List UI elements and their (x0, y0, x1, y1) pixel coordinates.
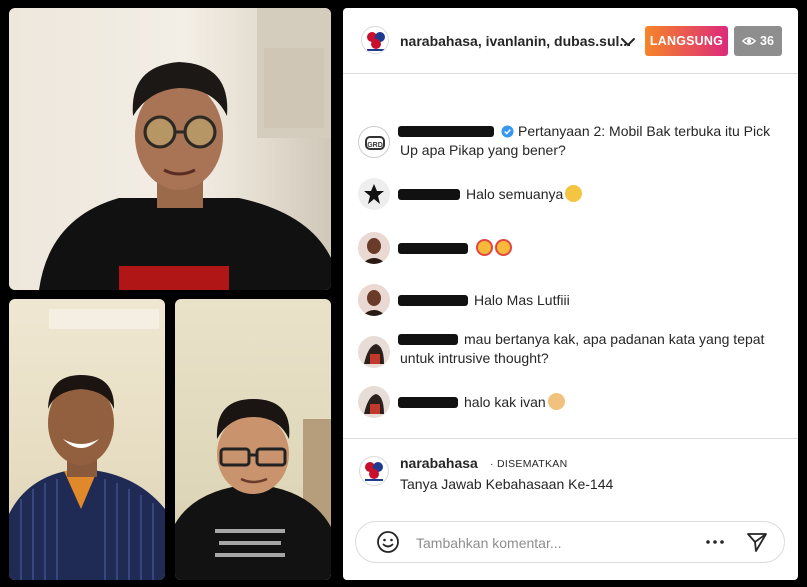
comment-text: halo kak ivan (464, 394, 546, 410)
video-tile-host[interactable] (9, 8, 331, 290)
guest-2-video-frame (175, 399, 331, 580)
user-avatar[interactable] (358, 386, 390, 418)
video-tile-guest-1[interactable] (9, 299, 165, 580)
host-video-frame (39, 8, 331, 290)
viewer-count: 36 (760, 34, 774, 48)
raising-hands-emoji-icon (565, 185, 583, 202)
comment-list[interactable]: GRD Pertanyaan 2: Mobil Bak terbuka itu … (343, 74, 798, 438)
comment-text: Halo semuanya (466, 186, 564, 202)
user-avatar[interactable] (358, 336, 390, 368)
user-avatar[interactable] (358, 232, 390, 264)
verified-badge-icon (501, 125, 514, 138)
user-avatar[interactable] (358, 284, 390, 316)
star-struck-emoji-icon (495, 239, 512, 256)
narabahasa-avatar[interactable] (359, 456, 389, 486)
live-header: narabahasa, ivanlanin, dubas.sul... LANG… (343, 8, 798, 74)
more-options-icon[interactable] (705, 534, 725, 550)
user-avatar[interactable]: GRD (358, 126, 390, 158)
pinned-tag: · DISEMATKAN (490, 458, 568, 470)
narabahasa-avatar[interactable] (361, 26, 389, 54)
comment-input[interactable] (416, 533, 696, 553)
redacted-username[interactable] (398, 239, 470, 258)
star-struck-emoji-icon (476, 239, 493, 256)
redacted-username[interactable] (398, 393, 460, 412)
redacted-username[interactable] (398, 291, 470, 310)
eye-icon (742, 37, 757, 45)
chevron-down-icon[interactable] (620, 34, 636, 50)
clapping-hands-emoji-icon (547, 393, 565, 410)
comment-text-block: Pertanyaan 2: Mobil Bak terbuka itu Pick… (398, 122, 780, 160)
pinned-comment: narabahasa · DISEMATKAN Tanya Jawab Keba… (343, 438, 798, 512)
live-chat-panel: narabahasa, ivanlanin, dubas.sul... LANG… (343, 8, 798, 580)
redacted-username[interactable] (398, 330, 460, 349)
guest-1-video-frame (9, 309, 165, 580)
emoji-smile-icon[interactable] (376, 530, 400, 554)
comment-text-block: mau bertanya kak, apa padanan kata yang … (398, 330, 780, 368)
send-icon[interactable] (745, 530, 769, 554)
comment-text-block: Halo semuanya (398, 185, 780, 204)
comment-text: Halo Mas Lutfiii (474, 292, 570, 308)
viewer-count-badge[interactable]: 36 (734, 26, 782, 56)
live-broadcast-view: narabahasa, ivanlanin, dubas.sul... LANG… (0, 0, 807, 587)
user-avatar[interactable] (358, 178, 390, 210)
pinned-text: Tanya Jawab Kebahasaan Ke-144 (400, 476, 614, 492)
redacted-username[interactable] (398, 122, 496, 141)
comment-composer (355, 521, 785, 563)
video-tile-guest-2[interactable] (175, 299, 331, 580)
redacted-username[interactable] (398, 185, 462, 204)
pinned-username[interactable]: narabahasa (400, 455, 478, 471)
live-badge: LANGSUNG (645, 26, 728, 56)
comment-text-block: Halo Mas Lutfiii (398, 291, 780, 310)
participants-title[interactable]: narabahasa, ivanlanin, dubas.sul... (400, 33, 631, 49)
comment-text-block (398, 239, 780, 258)
svg-text:GRD: GRD (367, 142, 383, 149)
comment-text-block: halo kak ivan (398, 393, 780, 412)
